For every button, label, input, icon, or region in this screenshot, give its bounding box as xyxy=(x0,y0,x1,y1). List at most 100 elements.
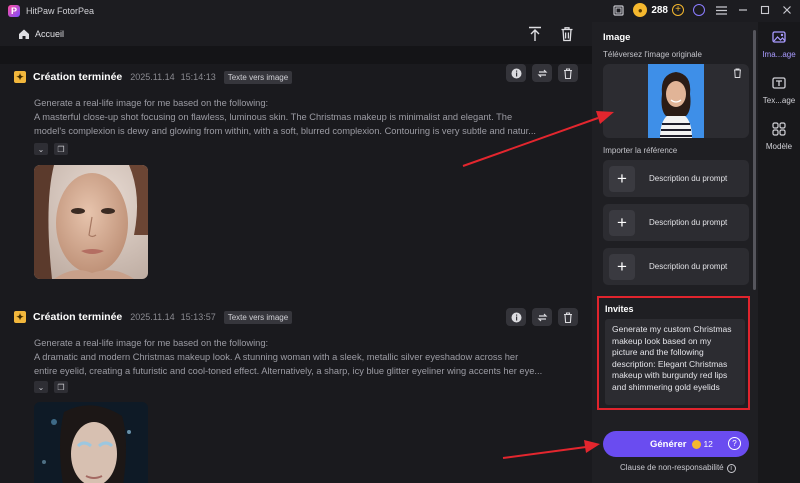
minimize-icon[interactable] xyxy=(736,3,750,17)
refresh-icon xyxy=(537,69,547,77)
sidebar-item-label: Modèle xyxy=(765,142,793,151)
upload-icon[interactable] xyxy=(528,26,542,42)
delete-button[interactable] xyxy=(558,308,578,326)
window-mode-icon[interactable] xyxy=(611,3,625,17)
credits-count: 288 xyxy=(651,4,668,16)
prompt-line: entire eyelid, creating a futuristic and… xyxy=(34,366,543,376)
menu-icon[interactable] xyxy=(714,3,728,17)
reference-slot[interactable]: + Description du prompt xyxy=(603,248,749,285)
title-bar: P HitPaw FotorPea ● 288 + xyxy=(0,0,800,22)
creation-card: ✦ Création terminée 2025.11.14 15:13:57 … xyxy=(0,296,592,483)
upload-label: Téléversez l'image originale xyxy=(603,50,702,59)
status-text: Création terminée xyxy=(33,71,123,83)
info-icon xyxy=(511,68,521,78)
trash-icon xyxy=(564,311,572,323)
prompt-textarea[interactable]: Generate my custom Christmas makeup look… xyxy=(605,319,745,405)
reference-slot[interactable]: + Description du prompt xyxy=(603,204,749,241)
remove-image-icon[interactable] xyxy=(733,68,743,78)
info-icon xyxy=(511,312,521,322)
copy-button[interactable]: ❐ xyxy=(54,143,68,155)
credits-widget[interactable]: ● 288 + xyxy=(633,3,684,17)
info-button[interactable] xyxy=(506,308,526,326)
trash-icon xyxy=(564,67,572,79)
sidebar-item-label: Ima...age xyxy=(762,50,796,59)
coin-icon: ● xyxy=(633,3,648,17)
prompt-line: Generate a real-life image for me based … xyxy=(34,98,269,108)
generate-button[interactable]: Générer 12 ? xyxy=(603,431,749,457)
regenerate-button[interactable] xyxy=(532,64,552,82)
help-icon[interactable]: ? xyxy=(728,437,741,450)
mode-tag: Texte vers image xyxy=(223,70,293,84)
regenerate-button[interactable] xyxy=(532,308,552,326)
disclaimer-text: Clause de non-responsabilité xyxy=(620,463,724,472)
invites-title: Invites xyxy=(605,304,634,314)
expand-button[interactable]: ⌄ xyxy=(34,381,48,393)
title-bar-controls: ● 288 + xyxy=(611,3,794,17)
reference-slot-label: Description du prompt xyxy=(649,174,728,183)
home-icon[interactable] xyxy=(18,28,30,40)
image-icon xyxy=(772,31,786,43)
add-credits-icon[interactable]: + xyxy=(672,4,684,16)
creation-feed: ✦ Création terminée 2025.11.14 15:14:13 … xyxy=(0,46,592,483)
user-icon[interactable] xyxy=(692,3,706,17)
prompt-tools: ⌄ ❐ xyxy=(34,143,68,155)
upload-dropzone[interactable] xyxy=(603,64,749,138)
sidebar-item-model[interactable]: Modèle xyxy=(758,122,800,151)
reference-slot-label: Description du prompt xyxy=(649,218,728,227)
plus-icon: + xyxy=(609,209,635,236)
delete-button[interactable] xyxy=(558,64,578,82)
prompt-text: Generate a real-life image for me based … xyxy=(34,336,579,378)
creation-time: 15:14:13 xyxy=(180,72,216,82)
mode-sidebar: Ima...age Tex...age Modèle xyxy=(758,22,800,483)
settings-panel: Image Téléversez l'image originale Impor… xyxy=(592,22,758,483)
app-logo-icon: P xyxy=(8,5,20,17)
nav-bar: Accueil xyxy=(0,22,592,46)
card-actions xyxy=(506,64,578,82)
panel-scrollbar[interactable] xyxy=(753,30,756,290)
copy-icon: ❐ xyxy=(57,382,65,392)
reference-label: Importer la référence xyxy=(603,146,678,155)
expand-button[interactable]: ⌄ xyxy=(34,143,48,155)
plus-icon: + xyxy=(609,165,635,192)
creation-time: 15:13:57 xyxy=(180,312,216,322)
disclaimer-link[interactable]: Clause de non-responsabilité i xyxy=(620,463,736,473)
reference-slot[interactable]: + Description du prompt xyxy=(603,160,749,197)
creation-card: ✦ Création terminée 2025.11.14 15:14:13 … xyxy=(0,64,592,296)
plus-icon: + xyxy=(609,253,635,280)
copy-button[interactable]: ❐ xyxy=(54,381,68,393)
text-image-icon xyxy=(772,77,786,89)
info-button[interactable] xyxy=(506,64,526,82)
creation-date: 2025.11.14 xyxy=(130,72,175,82)
card-actions xyxy=(506,308,578,326)
home-link[interactable]: Accueil xyxy=(35,29,64,39)
panel-title: Image xyxy=(603,32,631,43)
chevron-down-icon: ⌄ xyxy=(37,382,45,392)
prompt-tools: ⌄ ❐ xyxy=(34,381,68,393)
status-icon: ✦ xyxy=(14,71,26,83)
prompt-line: Generate a real-life image for me based … xyxy=(34,338,269,348)
result-image[interactable] xyxy=(34,165,148,279)
card-header: ✦ Création terminée 2025.11.14 15:13:57 … xyxy=(14,304,293,330)
coin-icon xyxy=(692,439,702,449)
prompt-line: model's complexion is dewy and glowing f… xyxy=(34,126,536,136)
sidebar-item-label: Tex...age xyxy=(762,96,796,105)
sidebar-item-image[interactable]: Ima...age xyxy=(758,30,800,59)
invites-section: Invites Generate my custom Christmas mak… xyxy=(597,296,750,410)
card-header: ✦ Création terminée 2025.11.14 15:14:13 … xyxy=(14,64,293,90)
trash-icon[interactable] xyxy=(560,26,574,42)
mode-tag: Texte vers image xyxy=(223,310,293,324)
status-icon: ✦ xyxy=(14,311,26,323)
refresh-icon xyxy=(537,313,547,321)
close-icon[interactable] xyxy=(780,3,794,17)
reference-slot-label: Description du prompt xyxy=(649,262,728,271)
prompt-text: Generate a real-life image for me based … xyxy=(34,96,579,138)
prompt-line: A masterful close-up shot focusing on fl… xyxy=(34,112,513,122)
maximize-icon[interactable] xyxy=(758,3,772,17)
status-text: Création terminée xyxy=(33,311,123,323)
uploaded-image xyxy=(648,64,704,138)
creation-date: 2025.11.14 xyxy=(130,312,175,322)
sidebar-item-text-image[interactable]: Tex...age xyxy=(758,76,800,105)
result-image[interactable] xyxy=(34,402,148,483)
copy-icon: ❐ xyxy=(57,144,65,154)
chevron-down-icon: ⌄ xyxy=(37,144,45,154)
